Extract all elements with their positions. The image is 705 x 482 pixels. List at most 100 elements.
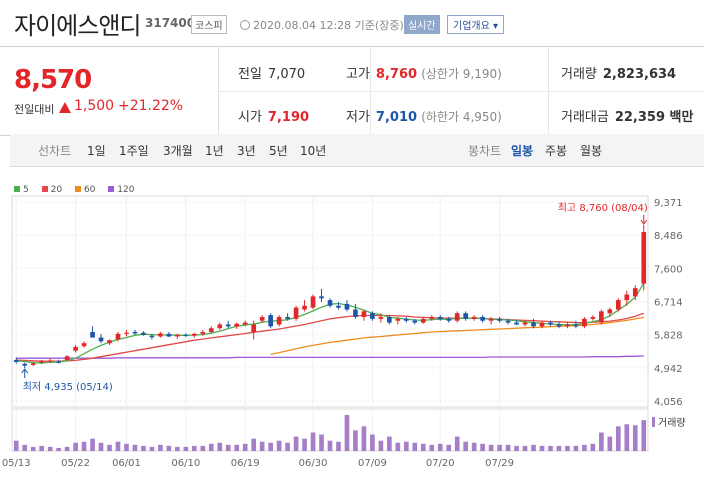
candle-body — [191, 333, 197, 336]
candle-body — [590, 316, 596, 319]
volume-bar — [412, 442, 418, 451]
candle-body — [310, 296, 316, 308]
volume-bar — [344, 415, 350, 451]
volume-bar — [420, 443, 426, 451]
volume-bar — [370, 434, 375, 451]
candle-body — [624, 294, 630, 301]
candle-body — [403, 318, 409, 321]
volume-bar — [47, 446, 53, 451]
volume-bar — [387, 436, 392, 451]
candle-body — [107, 340, 112, 344]
volume-bar — [56, 447, 61, 451]
candle-body — [420, 318, 426, 323]
candle-body — [149, 335, 155, 338]
volume-bar — [149, 446, 155, 451]
volume-bar — [607, 436, 613, 451]
candle-body — [573, 324, 579, 327]
volume-bar — [565, 445, 570, 451]
volume-bar — [548, 445, 553, 451]
candle-body — [344, 303, 350, 310]
volume-bar — [632, 425, 638, 451]
volume-bar — [336, 441, 341, 451]
volume-bar — [302, 438, 307, 451]
candle-body — [276, 316, 282, 325]
candle-body — [285, 316, 290, 319]
volume-bar — [497, 444, 502, 451]
candle-body — [124, 332, 129, 334]
candle-body — [81, 343, 87, 347]
volume-bar — [471, 442, 477, 451]
candle-body — [548, 322, 553, 325]
volume-bar — [319, 434, 324, 451]
volume-bar — [268, 442, 273, 451]
candle-body — [370, 313, 375, 319]
volume-bar — [624, 424, 630, 451]
volume-bar — [22, 444, 28, 451]
volume-bar — [403, 441, 409, 451]
candle-body — [90, 331, 95, 338]
x-tick-label: 07/20 — [426, 458, 455, 469]
high-annotation: 최고 8,760 (08/04) — [558, 202, 648, 214]
volume-bar — [13, 440, 19, 451]
candle-body — [175, 334, 180, 337]
candle-body — [353, 309, 358, 317]
volume-bar — [251, 438, 257, 451]
volume-bar — [242, 443, 248, 451]
candle-body — [437, 316, 443, 319]
ma20-line — [16, 312, 645, 362]
candle-body — [531, 322, 536, 327]
candle-body — [336, 305, 341, 308]
volume-bar — [141, 445, 146, 451]
volume-bar — [556, 445, 562, 451]
volume-bar — [225, 444, 231, 451]
candle-body — [599, 311, 604, 323]
candle-body — [98, 337, 104, 342]
volume-bar — [285, 442, 290, 451]
candle-body — [539, 322, 545, 327]
volume-bar — [124, 443, 129, 451]
volume-bar — [454, 436, 460, 451]
candle-body — [505, 320, 511, 323]
candle-body — [251, 324, 257, 332]
price-chart[interactable]: 9,371 8,486 7,600 6,714 5,828 4,942 4,056 05/13… — [0, 0, 705, 482]
volume-label: 거래량 — [658, 417, 686, 429]
y-tick-label: 5,828 — [654, 331, 683, 342]
x-tick-label: 05/13 — [2, 458, 31, 469]
x-tick-label: 07/29 — [485, 458, 514, 469]
volume-bar — [327, 440, 333, 451]
volume-bar — [81, 441, 87, 451]
candle-body — [463, 313, 469, 319]
candle-body — [268, 315, 273, 327]
volume-bar — [30, 446, 36, 451]
candle-body — [522, 322, 528, 325]
volume-bar — [158, 444, 163, 451]
volume-bar — [505, 444, 511, 451]
volume-bar — [488, 444, 494, 451]
volume-bar — [98, 442, 104, 451]
volume-bar — [64, 446, 70, 451]
volume-bar — [200, 445, 206, 451]
y-tick-label: 9,371 — [654, 198, 683, 209]
volume-bar — [539, 445, 545, 451]
candle-body — [514, 322, 519, 325]
candle-body — [480, 316, 485, 321]
candle-body — [319, 296, 324, 299]
candle-body — [225, 324, 231, 327]
ma120-line — [16, 355, 644, 359]
candle-body — [497, 318, 502, 321]
candle-body — [641, 231, 647, 284]
y-tick-label: 7,600 — [654, 264, 683, 275]
candle-body — [446, 318, 452, 321]
volume-bar — [217, 442, 223, 451]
volume-bar — [531, 444, 536, 451]
candle-body — [64, 356, 70, 361]
candle-body — [73, 346, 78, 351]
candle-body — [302, 305, 307, 310]
candle-body — [471, 316, 477, 319]
candle-body — [234, 323, 240, 327]
candle-body — [582, 318, 587, 327]
candle-body — [412, 320, 418, 323]
volume-bar — [90, 438, 95, 451]
volume-bar — [107, 444, 112, 451]
x-tick-label: 06/01 — [112, 458, 141, 469]
